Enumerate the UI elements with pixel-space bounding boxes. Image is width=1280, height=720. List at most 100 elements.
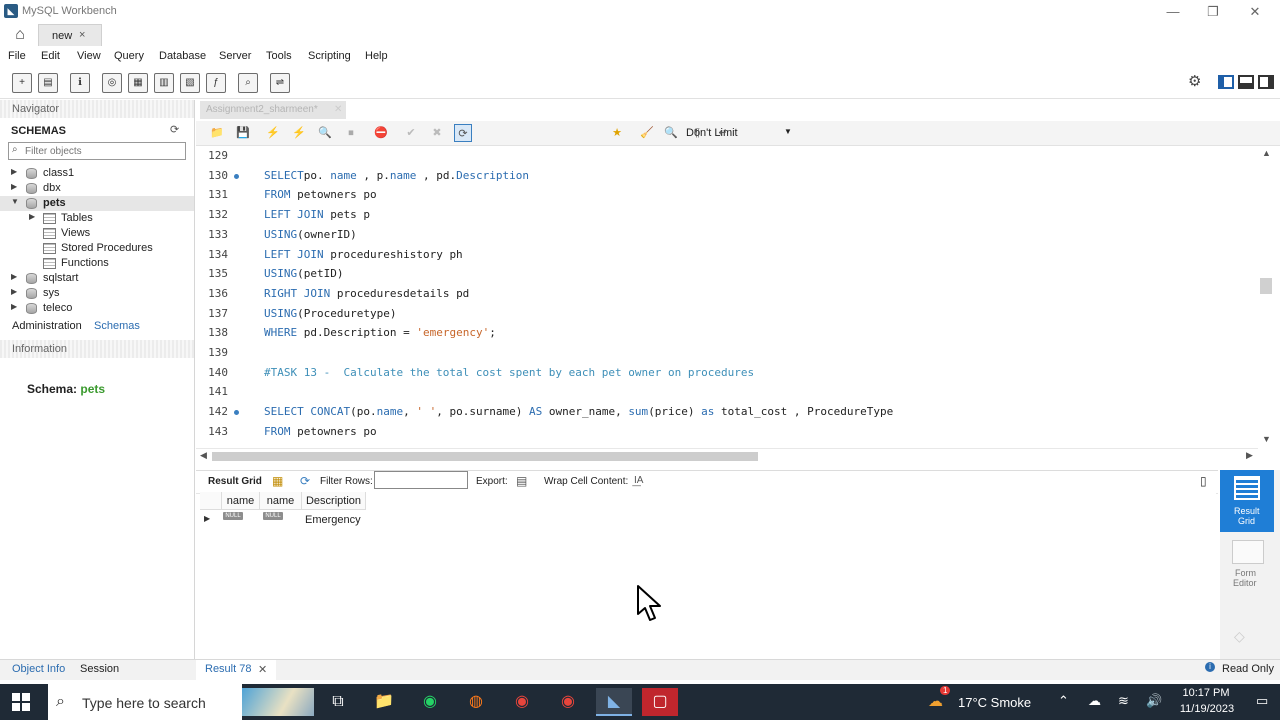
scroll-down-icon[interactable]: ▼ bbox=[1262, 434, 1271, 444]
close-icon[interactable]: ✕ bbox=[1240, 3, 1270, 21]
commit-icon[interactable]: ✔ bbox=[402, 124, 420, 142]
explain-icon[interactable]: 🔍 bbox=[316, 124, 334, 142]
file-explorer-icon[interactable]: 📁 bbox=[366, 688, 402, 716]
menu-edit[interactable]: Edit bbox=[41, 50, 60, 62]
editor-vertical-scrollbar[interactable]: ▲ ▼ bbox=[1258, 146, 1276, 448]
column-header[interactable]: name bbox=[222, 492, 260, 510]
menu-file[interactable]: File bbox=[8, 50, 26, 62]
stop-icon[interactable]: ⏹ bbox=[342, 124, 360, 142]
sql-editor-tab[interactable]: Assignment2_sharmeen* ✕ bbox=[200, 101, 346, 119]
column-header[interactable]: name bbox=[260, 492, 302, 510]
sql-editor[interactable]: 129 130 SELECTpo. name , p.name , pd.Descr… bbox=[196, 146, 1258, 448]
result-grid-label[interactable]: Result Grid bbox=[208, 476, 262, 487]
menu-server[interactable]: Server bbox=[219, 50, 251, 62]
code-line[interactable]: 138 WHERE pd.Description = 'emergency'; bbox=[196, 323, 1256, 342]
clock-time[interactable]: 10:17 PM bbox=[1178, 687, 1234, 699]
schema-item-sys[interactable]: ▶ sys bbox=[0, 286, 194, 301]
close-tab-icon[interactable]: × bbox=[79, 29, 85, 41]
filter-objects-input[interactable] bbox=[25, 144, 179, 158]
execute-icon[interactable]: ⚡ bbox=[264, 124, 282, 142]
preferences-gear-icon[interactable]: ⚙ bbox=[1188, 73, 1206, 91]
clock-date[interactable]: 11/19/2023 bbox=[1174, 703, 1240, 715]
export-icon[interactable]: ▤ bbox=[516, 474, 527, 488]
schema-item-teleco[interactable]: ▶ teleco bbox=[0, 301, 194, 316]
menu-scripting[interactable]: Scripting bbox=[308, 50, 351, 62]
task-view-icon[interactable]: ⧉ bbox=[320, 688, 356, 716]
form-editor-label-2[interactable]: Editor bbox=[1233, 578, 1257, 588]
notifications-icon[interactable]: ▭ bbox=[1256, 693, 1268, 709]
tree-item-tables[interactable]: ▶ Tables bbox=[0, 211, 194, 226]
editor-horizontal-scrollbar[interactable]: ◀ ▶ bbox=[196, 448, 1258, 463]
menu-help[interactable]: Help bbox=[365, 50, 388, 62]
table-cell[interactable]: Emergency bbox=[305, 514, 361, 526]
menu-view[interactable]: View bbox=[77, 50, 101, 62]
toggle-secondary-sidebar-icon[interactable] bbox=[1258, 75, 1274, 89]
code-line[interactable]: 130 SELECTpo. name , p.name , pd.Descript… bbox=[196, 166, 1256, 185]
execute-current-icon[interactable]: ⚡ bbox=[290, 124, 308, 142]
horizontal-scroll-thumb[interactable] bbox=[212, 452, 758, 461]
add-snippet-icon[interactable]: ★ bbox=[608, 124, 626, 142]
toggle-error-icon[interactable]: ⛔ bbox=[372, 124, 390, 142]
windows-start-icon[interactable] bbox=[12, 693, 30, 711]
code-line[interactable]: 136 RIGHT JOIN proceduresdetails pd bbox=[196, 284, 1256, 303]
menu-tools[interactable]: Tools bbox=[266, 50, 292, 62]
close-result-tab-icon[interactable]: ✕ bbox=[258, 663, 267, 676]
beautify-icon[interactable]: 🧹 bbox=[638, 124, 656, 142]
toggle-output-icon[interactable] bbox=[1238, 75, 1254, 89]
weather-text[interactable]: 17°C Smoke bbox=[958, 695, 1031, 710]
create-function-icon[interactable]: ƒ bbox=[206, 73, 226, 93]
mysql-workbench-taskbar-icon[interactable]: ◣ bbox=[596, 688, 632, 716]
code-line[interactable]: 133 USING(ownerID) bbox=[196, 225, 1256, 244]
chrome-profile-icon[interactable]: ◉ bbox=[550, 688, 586, 716]
code-line[interactable]: 141 bbox=[196, 382, 1256, 401]
chrome-icon[interactable]: ◉ bbox=[504, 688, 540, 716]
save-icon[interactable]: 💾 bbox=[234, 124, 252, 142]
expand-arrow-icon[interactable]: ▶ bbox=[11, 302, 17, 311]
cloud-sync-icon[interactable]: ☁ bbox=[1088, 693, 1101, 709]
code-line[interactable]: 142 SELECT CONCAT(po.name, ' ', po.surnam… bbox=[196, 402, 1256, 421]
form-editor-icon[interactable] bbox=[1232, 540, 1264, 564]
whatsapp-icon[interactable]: ◉ bbox=[412, 688, 448, 716]
result-grid-side-tab[interactable]: Result Grid bbox=[1220, 470, 1274, 532]
menu-query[interactable]: Query bbox=[114, 50, 144, 62]
new-sql-tab-icon[interactable]: + bbox=[12, 73, 32, 93]
invisible-chars-icon[interactable]: ¶ bbox=[688, 124, 706, 142]
tab-session[interactable]: Session bbox=[80, 663, 119, 675]
expand-arrow-icon[interactable]: ▶ bbox=[11, 272, 17, 281]
schema-item-sqlstart[interactable]: ▶ sqlstart bbox=[0, 271, 194, 286]
autocommit-icon[interactable]: ⟳ bbox=[454, 124, 472, 142]
rollback-icon[interactable]: ✖ bbox=[428, 124, 446, 142]
code-line[interactable]: 140 #TASK 13 - Calculate the total cost s… bbox=[196, 363, 1256, 382]
schema-item-class1[interactable]: ▶ class1 bbox=[0, 166, 194, 181]
scroll-left-icon[interactable]: ◀ bbox=[200, 450, 207, 461]
create-procedure-icon[interactable]: ▧ bbox=[180, 73, 200, 93]
null-badge[interactable]: NULL bbox=[263, 512, 283, 520]
firefox-icon[interactable]: ◍ bbox=[458, 688, 494, 716]
tree-item-functions[interactable]: Functions bbox=[0, 256, 194, 271]
chevron-up-icon[interactable]: ⌃ bbox=[1058, 693, 1069, 709]
expand-arrow-icon[interactable]: ▶ bbox=[11, 182, 17, 191]
expand-arrow-icon[interactable]: ▶ bbox=[11, 287, 17, 296]
wrap-cell-icon[interactable]: I͟A bbox=[634, 475, 643, 486]
code-line[interactable]: 135 USING(petID) bbox=[196, 264, 1256, 283]
grid-icon[interactable]: ▦ bbox=[272, 474, 283, 488]
open-sql-script-icon[interactable]: ▤ bbox=[38, 73, 58, 93]
column-header[interactable]: Description bbox=[302, 492, 366, 510]
inspector-icon[interactable]: ℹ bbox=[70, 73, 90, 93]
close-sql-tab-icon[interactable]: ✕ bbox=[334, 104, 342, 115]
form-editor-label-1[interactable]: Form bbox=[1235, 568, 1256, 578]
create-schema-icon[interactable]: ◎ bbox=[102, 73, 122, 93]
reconnect-icon[interactable]: ⇌ bbox=[270, 73, 290, 93]
expand-arrow-icon[interactable]: ▶ bbox=[11, 167, 17, 176]
code-line[interactable]: 137 USING(Proceduretype) bbox=[196, 304, 1256, 323]
filter-objects-field[interactable]: ⌕ bbox=[8, 142, 186, 160]
open-file-icon[interactable]: 📁 bbox=[208, 124, 226, 142]
search-table-data-icon[interactable]: ⌕ bbox=[238, 73, 258, 93]
menu-database[interactable]: Database bbox=[159, 50, 206, 62]
collapse-arrow-icon[interactable]: ▼ bbox=[11, 197, 19, 206]
find-icon[interactable]: 🔍 bbox=[662, 124, 680, 142]
scroll-right-icon[interactable]: ▶ bbox=[1246, 450, 1253, 461]
minimize-icon[interactable]: — bbox=[1158, 3, 1188, 21]
tree-item-views[interactable]: Views bbox=[0, 226, 194, 241]
taskbar-search-box[interactable]: ⌕ Type here to search bbox=[48, 684, 242, 720]
